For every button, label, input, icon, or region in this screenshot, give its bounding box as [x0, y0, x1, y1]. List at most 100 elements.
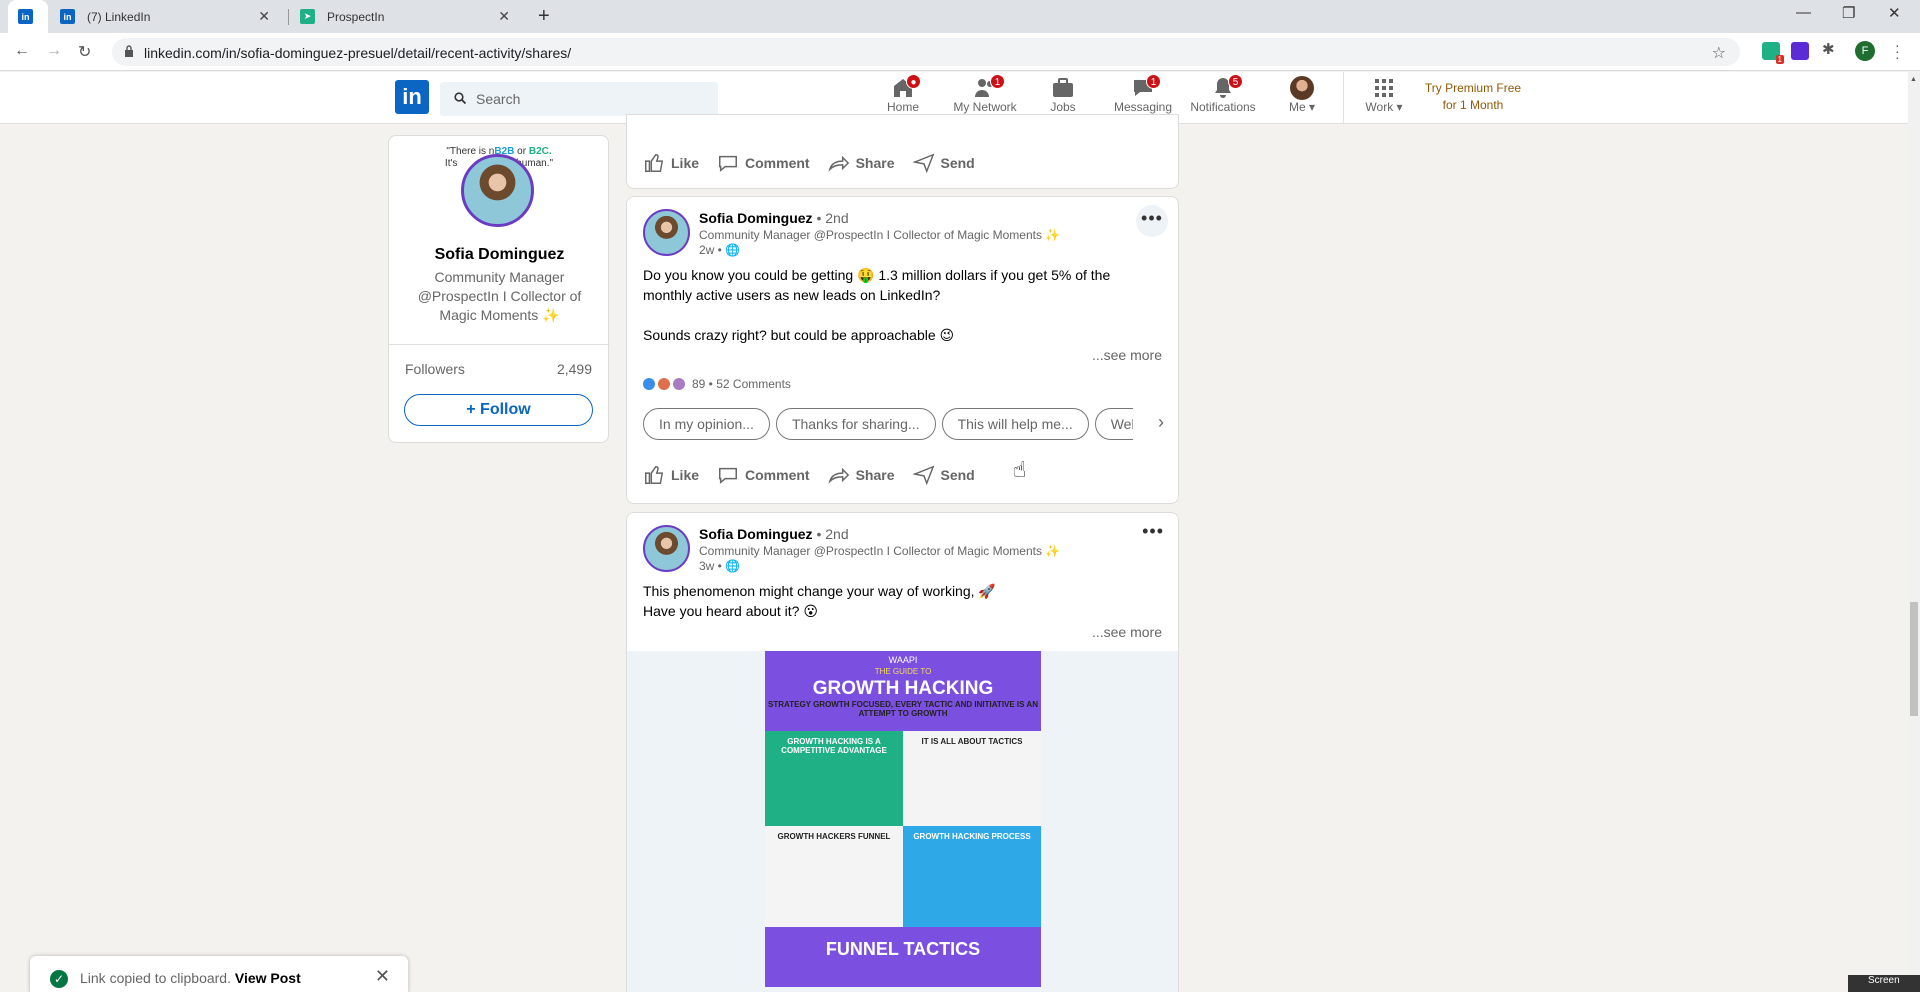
suggested-comment-chip[interactable]: This will help me... [941, 408, 1089, 440]
taskbar-corner: Screen [1848, 975, 1920, 992]
infographic-header: WAAPI THE GUIDE TO GROWTH HACKING STRATE… [765, 651, 1041, 731]
nav-notifications[interactable]: 5 Notifications [1188, 74, 1258, 114]
tab-linkedin-pinned[interactable]: in [8, 0, 48, 33]
scrollbar-thumb[interactable] [1910, 602, 1918, 716]
connection-degree: • 2nd [812, 526, 849, 542]
nav-my-network[interactable]: 1 My Network [950, 74, 1020, 114]
page-scrollbar[interactable]: ▲ [1908, 72, 1920, 992]
post-image[interactable]: WAAPI THE GUIDE TO GROWTH HACKING STRATE… [765, 651, 1041, 987]
see-more-link[interactable]: ...see more [1092, 347, 1162, 363]
banner-text: or [514, 146, 529, 157]
bookmark-star-icon[interactable]: ☆ [1712, 43, 1726, 63]
profile-avatar[interactable] [461, 154, 534, 227]
post-author[interactable]: Sofia Dominguez • 2nd [699, 526, 849, 542]
share-button[interactable]: Share [827, 151, 895, 175]
profile-headline: Community Manager @ProspectIn I Collecto… [417, 269, 582, 323]
suggested-comment-chip[interactable]: Thanks for sharing... [775, 408, 936, 440]
toast-message: Link copied to clipboard. View Post [80, 970, 301, 986]
see-more-link[interactable]: ...see more [1092, 624, 1162, 640]
globe-icon: 🌐 [725, 243, 741, 257]
share-icon [827, 467, 849, 484]
comment-icon [719, 467, 737, 484]
chevron-down-icon: ▾ [1393, 100, 1403, 114]
nav-label: Notifications [1190, 100, 1256, 114]
suggested-comments: In my opinion... Thanks for sharing... T… [643, 408, 1133, 440]
restore-icon[interactable]: ❐ [1842, 4, 1855, 22]
search-input[interactable]: Search [440, 82, 718, 116]
post-card: Sofia Dominguez • 2nd Community Manager … [626, 196, 1179, 504]
post-time: 3w • 🌐 [699, 559, 740, 573]
share-button[interactable]: Share [827, 463, 895, 487]
premium-line-1: Try Premium Free [1424, 81, 1522, 95]
close-tab-icon[interactable]: ✕ [258, 8, 270, 25]
nav-messaging[interactable]: 1 Messaging [1112, 74, 1174, 114]
author-name: Sofia Dominguez [699, 210, 813, 226]
author-headline: Community Manager @ProspectIn I Collecto… [699, 228, 1061, 242]
extension-badge: 1 [1775, 55, 1784, 64]
reload-icon[interactable]: ↻ [78, 42, 91, 62]
nav-label: Home [886, 100, 919, 114]
suggested-comment-chip[interactable]: Wel [1094, 408, 1133, 440]
minimize-icon[interactable]: — [1796, 4, 1811, 21]
tab-prospectin[interactable]: ➤ ProspectIn ✕ [290, 0, 520, 33]
like-button[interactable]: Like [643, 463, 699, 487]
infographic-title: GROWTH HACKING [812, 678, 994, 699]
close-window-icon[interactable]: ✕ [1888, 4, 1901, 22]
globe-icon: 🌐 [725, 559, 741, 573]
post-text-line: This phenomenon might change your way of… [643, 583, 996, 599]
post-text: Do you know you could be getting 🤑 1.3 m… [643, 265, 1163, 345]
nav-work[interactable]: Work ▾ [1362, 76, 1406, 114]
close-tab-icon[interactable]: ✕ [498, 8, 510, 25]
suggested-comment-chip[interactable]: In my opinion... [643, 408, 770, 440]
post-actions: Like Comment Share Send [643, 151, 993, 175]
browser-menu-icon[interactable]: · · · [1895, 38, 1900, 64]
post-actions: Like Comment Share Send [643, 463, 993, 487]
chevron-down-icon: ▾ [1305, 100, 1316, 114]
linkedin-logo[interactable]: in [395, 80, 429, 114]
scroll-up-icon[interactable]: ▲ [1910, 76, 1917, 83]
infographic-brand: WAAPI [888, 655, 918, 665]
forward-icon[interactable]: → [46, 42, 62, 60]
browser-profile-avatar[interactable]: F [1855, 41, 1875, 61]
banner-text-b2c: B2C. [528, 146, 552, 157]
check-icon: ✓ [50, 970, 68, 988]
connection-degree: • 2nd [812, 210, 849, 226]
nav-me[interactable]: Me ▾ [1285, 76, 1319, 114]
curious-reaction-icon [673, 378, 685, 390]
try-premium-link[interactable]: Try Premium Free for 1 Month [1418, 80, 1528, 114]
close-icon[interactable]: ✕ [375, 966, 390, 987]
linkedin-icon: in [60, 9, 75, 24]
like-label: Like [671, 155, 700, 171]
view-post-link[interactable]: View Post [235, 970, 301, 986]
nav-home[interactable]: ● Home [880, 74, 926, 114]
comment-button[interactable]: Comment [717, 151, 810, 175]
post-time: 2w • 🌐 [699, 243, 740, 257]
send-button[interactable]: Send [912, 463, 975, 487]
post-author[interactable]: Sofia Dominguez • 2nd [699, 210, 849, 226]
nav-jobs[interactable]: Jobs [1045, 76, 1081, 114]
post-menu-button[interactable]: ••• [1142, 521, 1164, 542]
infographic-footer: FUNNEL TACTICS [765, 927, 1041, 987]
extension-icon[interactable] [1791, 42, 1809, 60]
chevron-right-icon[interactable]: › [1158, 412, 1164, 433]
lock-icon [125, 45, 133, 57]
tab-linkedin[interactable]: in (7) LinkedIn ✕ [50, 0, 280, 33]
post-menu-button[interactable]: ••• [1136, 205, 1168, 237]
profile-name[interactable]: Sofia Dominguez [389, 246, 610, 264]
author-avatar[interactable] [643, 209, 690, 256]
url-bar[interactable]: linkedin.com/in/sofia-dominguez-presuel/… [112, 38, 1740, 66]
comment-button[interactable]: Comment [717, 463, 810, 487]
send-button[interactable]: Send [912, 151, 975, 175]
nav-divider [1343, 72, 1344, 124]
back-icon[interactable]: ← [14, 42, 30, 60]
prospectin-extension-icon[interactable]: 1 [1762, 42, 1784, 64]
author-avatar[interactable] [643, 525, 690, 572]
post-text-line: Have you heard about it? 😮 [643, 603, 818, 619]
like-button[interactable]: Like [643, 151, 699, 175]
follow-button[interactable]: + Follow [404, 394, 593, 426]
infographic-subtitle: STRATEGY GROWTH FOCUSED, EVERY TACTIC AN… [768, 700, 1038, 718]
nav-label: My Network [953, 100, 1017, 114]
extensions-puzzle-icon[interactable]: ✱ [1822, 40, 1840, 58]
new-tab-icon[interactable]: + [538, 5, 550, 28]
reactions-summary[interactable]: 89 • 52 Comments [643, 377, 791, 391]
